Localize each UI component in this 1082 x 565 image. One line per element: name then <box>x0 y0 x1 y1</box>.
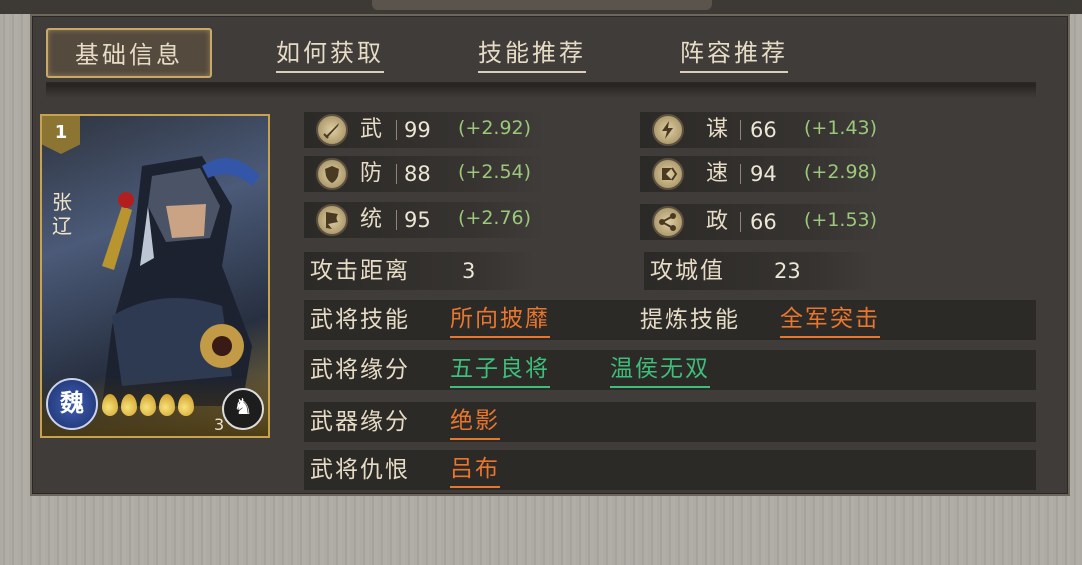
tab-basic-info[interactable]: 基础信息 <box>46 28 212 78</box>
stat-speed: 速 94 (+2.98) <box>640 156 880 192</box>
stat-value: 88 <box>404 162 431 186</box>
attack-range-value: 3 <box>462 259 476 283</box>
network-icon <box>652 206 684 238</box>
refine-skill-label: 提炼技能 <box>640 307 740 333</box>
hero-portrait <box>102 156 260 406</box>
stat-label: 防 <box>360 161 383 186</box>
top-bar-tab <box>372 0 712 10</box>
hero-card[interactable]: 1 张 辽 魏 3 ♞ <box>40 114 270 438</box>
lightning-icon <box>652 114 684 146</box>
stat-separator <box>396 120 397 140</box>
stat-growth: (+1.53) <box>804 209 878 231</box>
star-icon <box>102 394 118 416</box>
star-icon <box>178 394 194 416</box>
hero-name: 张 辽 <box>52 190 72 238</box>
speed-icon <box>652 158 684 190</box>
stat-label: 速 <box>706 161 729 186</box>
faction-badge: 魏 <box>46 378 98 430</box>
star-icon <box>121 394 137 416</box>
hero-bond-label: 武将缘分 <box>310 357 410 383</box>
stat-separator <box>396 210 397 230</box>
stat-intellect: 谋 66 (+1.43) <box>640 112 880 148</box>
tab-lineup-recommend-label: 阵容推荐 <box>680 39 788 73</box>
shield-icon <box>316 158 348 190</box>
hero-bond-link[interactable]: 温侯无双 <box>610 350 710 388</box>
siege-label: 攻城值 <box>650 258 725 284</box>
hero-bond-link[interactable]: 五子良将 <box>450 350 550 388</box>
star-icon <box>140 394 156 416</box>
bond-row: 武将缘分 五子良将 温侯无双 <box>304 350 1036 390</box>
stat-growth: (+1.43) <box>804 117 878 139</box>
stat-growth: (+2.98) <box>804 161 878 183</box>
cost-count: 3 <box>214 415 225 434</box>
stat-growth: (+2.76) <box>458 207 532 229</box>
stat-separator <box>740 212 741 232</box>
siege-value-number: 23 <box>774 259 801 283</box>
star-rating <box>102 394 194 416</box>
weapon-bond-label: 武器缘分 <box>310 409 410 435</box>
stat-value: 99 <box>404 118 431 142</box>
weapon-row: 武器缘分 绝影 <box>304 402 1036 442</box>
siege-value: 攻城值 23 <box>644 252 874 290</box>
stat-separator <box>740 164 741 184</box>
top-bar <box>0 0 1082 14</box>
tab-how-to-obtain-label: 如何获取 <box>276 39 384 73</box>
hero-skill-link[interactable]: 所向披靡 <box>450 300 550 338</box>
flag-icon <box>316 204 348 236</box>
stat-label: 武 <box>360 117 383 142</box>
stat-defense: 防 88 (+2.54) <box>304 156 544 192</box>
star-icon <box>159 394 175 416</box>
stat-value: 95 <box>404 208 431 232</box>
stat-command: 统 95 (+2.76) <box>304 202 544 238</box>
attack-range: 攻击距离 3 <box>304 252 534 290</box>
enemy-row: 武将仇恨 吕布 <box>304 450 1036 490</box>
stat-value: 94 <box>750 162 777 186</box>
stat-separator <box>396 164 397 184</box>
stat-separator <box>740 120 741 140</box>
hero-skill-label: 武将技能 <box>310 307 410 333</box>
stat-label: 政 <box>706 209 729 234</box>
stat-value: 66 <box>750 210 777 234</box>
stat-politics: 政 66 (+1.53) <box>640 204 880 240</box>
tab-divider <box>46 82 1036 98</box>
level-badge: 1 <box>42 116 80 154</box>
tab-skill-recommend-label: 技能推荐 <box>478 39 586 73</box>
attack-range-label: 攻击距离 <box>310 258 410 284</box>
tab-how-to-obtain[interactable]: 如何获取 <box>260 28 400 78</box>
stat-force: 武 99 (+2.92) <box>304 112 544 148</box>
cavalry-icon: ♞ <box>222 388 264 430</box>
hero-enemy-link[interactable]: 吕布 <box>450 450 500 488</box>
stat-growth: (+2.54) <box>458 161 532 183</box>
stat-growth: (+2.92) <box>458 117 532 139</box>
stat-value: 66 <box>750 118 777 142</box>
skill-row: 武将技能 所向披靡 提炼技能 全军突击 <box>304 300 1036 340</box>
refine-skill-link[interactable]: 全军突击 <box>780 300 880 338</box>
sword-icon <box>316 114 348 146</box>
stat-label: 统 <box>360 207 383 232</box>
stat-label: 谋 <box>706 117 729 142</box>
weapon-bond-link[interactable]: 绝影 <box>450 402 500 440</box>
tab-skill-recommend[interactable]: 技能推荐 <box>462 28 602 78</box>
tab-lineup-recommend[interactable]: 阵容推荐 <box>664 28 804 78</box>
hero-enemy-label: 武将仇恨 <box>310 457 410 483</box>
